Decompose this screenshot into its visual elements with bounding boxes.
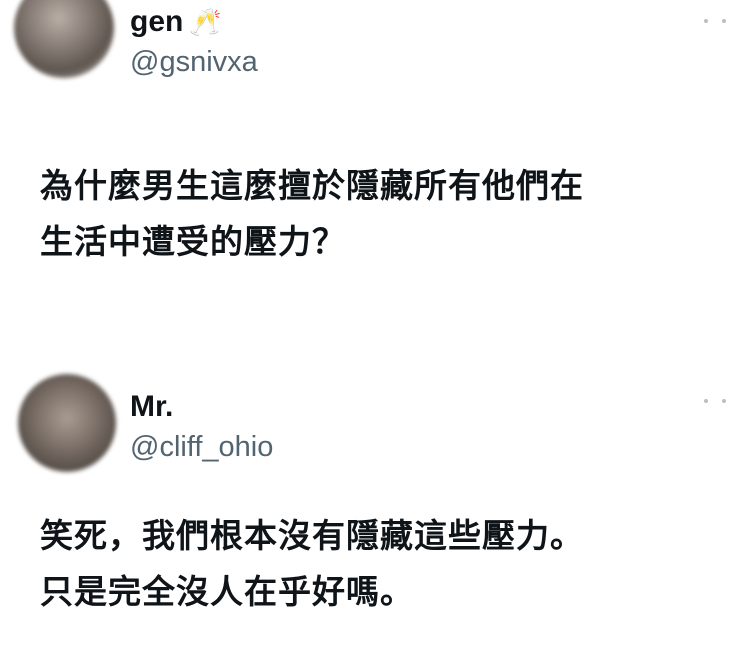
display-name[interactable]: Mr. — [130, 390, 173, 424]
tweet[interactable]: Mr. @cliff_ohio 笑死，我們根本沒有隱藏這些壓力。 只是完全沒人在… — [0, 360, 740, 645]
tweet-text-line: 笑死，我們根本沒有隱藏這些壓力。 — [40, 516, 584, 555]
avatar[interactable] — [14, 0, 114, 78]
more-dots-icon — [704, 399, 708, 403]
tweet[interactable]: gen 🥂 @gsnivxa 為什麼男生這麼擅於隱藏所有他們在 生活中遭受的壓力？ — [0, 0, 740, 320]
more-options-button[interactable] — [704, 14, 726, 28]
display-name[interactable]: gen 🥂 — [130, 5, 222, 39]
user-handle[interactable]: @cliff_ohio — [130, 430, 273, 464]
more-dots-icon — [704, 19, 708, 23]
more-dots-icon-dot — [722, 399, 726, 403]
tweet-text: 笑死，我們根本沒有隱藏這些壓力。 只是完全沒人在乎好嗎。 — [40, 508, 720, 620]
user-handle[interactable]: @gsnivxa — [130, 45, 258, 79]
tweet-text-line: 生活中遭受的壓力？ — [40, 222, 346, 261]
display-name-text[interactable]: gen — [130, 5, 183, 38]
avatar[interactable] — [18, 374, 116, 472]
more-dots-icon-dot — [722, 19, 726, 23]
tweet-text: 為什麼男生這麼擅於隱藏所有他們在 生活中遭受的壓力？ — [40, 158, 720, 270]
tweet-text-line: 只是完全沒人在乎好嗎。 — [40, 572, 414, 611]
tweet-text-line: 為什麼男生這麼擅於隱藏所有他們在 — [40, 166, 584, 205]
more-options-button[interactable] — [704, 394, 726, 408]
champagne-emoji-icon: 🥂 — [189, 7, 222, 37]
